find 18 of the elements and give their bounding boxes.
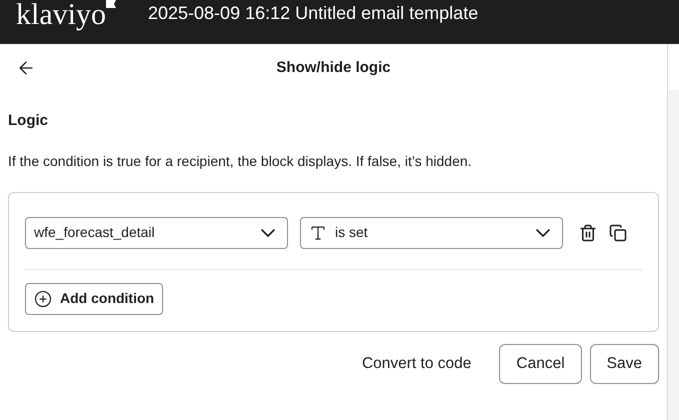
delete-icon[interactable] [579,224,597,242]
save-button[interactable]: Save [590,344,659,384]
copy-icon[interactable] [609,224,627,242]
convert-to-code-link[interactable]: Convert to code [362,352,472,376]
panel-title: Show/hide logic [276,58,391,78]
text-type-icon [309,224,327,242]
operator-dropdown[interactable]: is set [300,216,563,248]
plus-circle-icon [34,290,52,308]
document-title: 2025-08-09 16:12 Untitled email template [148,2,478,25]
property-dropdown[interactable]: wfe_forecast_detail [25,216,288,248]
logo: klaviyo [16,0,106,30]
section-heading: Logic [8,111,49,131]
add-condition-button[interactable]: Add condition [25,282,164,314]
flag-icon [106,0,116,8]
chevron-down-icon [261,228,275,236]
cancel-button[interactable]: Cancel [499,344,582,384]
description: If the condition is true for a recipient, the block displays. If false, it’s hidden. [8,152,473,171]
chevron-down-icon [536,228,550,236]
